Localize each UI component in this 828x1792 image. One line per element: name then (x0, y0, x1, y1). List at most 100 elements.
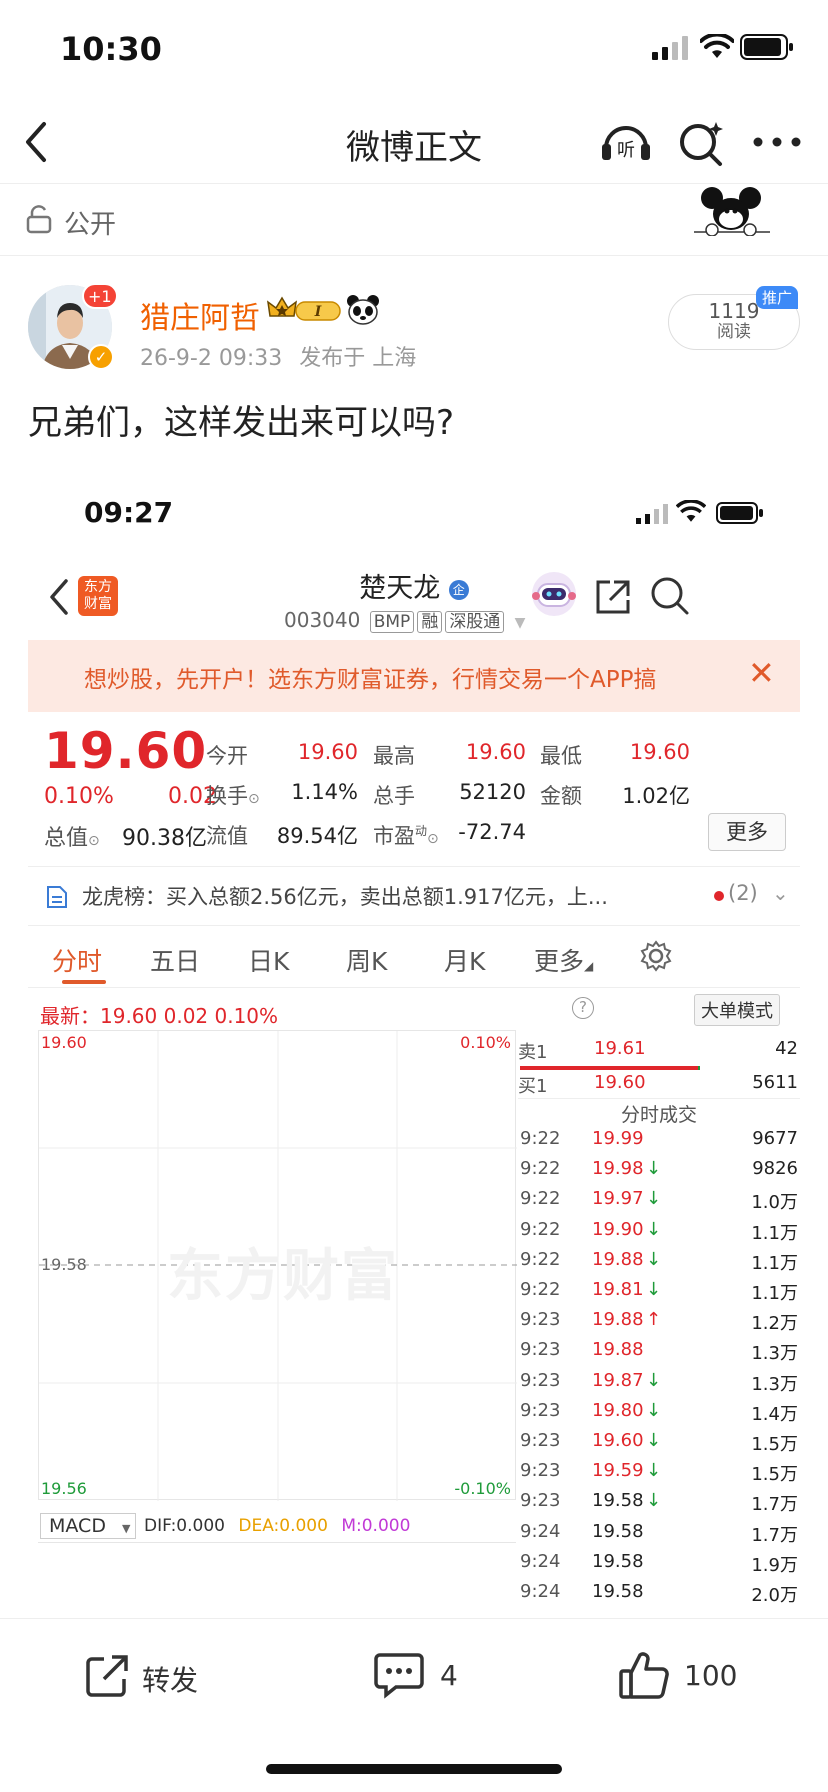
trade-row: 9:22 19.99 9677 (518, 1128, 800, 1154)
total-value-label-text: 总值 (44, 826, 89, 851)
intraday-chart[interactable]: 东方财富 19.60 19.58 19.56 0.10% -0.10% (38, 1030, 517, 1501)
trade-price: 19.81 (592, 1279, 644, 1300)
stock-price: 19.60 (44, 722, 208, 780)
buy1-label: 买1 (518, 1076, 548, 1097)
share-icon[interactable] (594, 578, 632, 616)
comment-button[interactable]: 4 (374, 1641, 494, 1711)
repost-label: 转发 (142, 1664, 199, 1697)
arrow-down-icon: ↓ (646, 1369, 662, 1391)
settings-gear-icon[interactable] (640, 940, 672, 972)
signal-icon (652, 36, 688, 60)
trade-volume: 9677 (752, 1128, 798, 1149)
listen-icon[interactable]: 听 (598, 116, 654, 168)
macd-select-value: MACD (49, 1515, 106, 1537)
like-button[interactable]: 100 (618, 1641, 758, 1711)
trade-row: 9:23 19.60 ↓ 1.5万 (518, 1430, 800, 1456)
thumbs-up-icon (619, 1652, 669, 1699)
help-icon[interactable]: ? (572, 997, 594, 1019)
quote-value-low: 19.60 (629, 740, 690, 764)
caret-down-icon[interactable]: ▼ (515, 615, 526, 631)
order-book-divider (518, 1098, 800, 1099)
macd-select[interactable]: MACD ▼ (40, 1513, 136, 1539)
trade-volume: 1.9万 (751, 1554, 798, 1576)
enterprise-badge-icon: 企 (448, 579, 469, 600)
buy-volume-bar (698, 1066, 700, 1070)
trade-time: 9:22 (520, 1248, 561, 1270)
quote-value-amount: 1.02亿 (622, 784, 690, 808)
chevron-down-icon[interactable]: ⌄ (772, 881, 789, 905)
quote-label-float: 流值 (206, 824, 248, 848)
macd-dif: DIF:0.000 (144, 1516, 225, 1536)
sell1-volume: 42 (775, 1038, 798, 1059)
quote-value-volume: 52120 (459, 780, 526, 804)
verified-badge-icon: ✓ (88, 344, 114, 370)
home-indicator[interactable] (266, 1764, 562, 1774)
status-time: 10:30 (60, 30, 162, 68)
account-promo-banner[interactable]: 想炒股，先开户！选东方财富证券，行情交易一个APP搞 ✕ (28, 640, 800, 712)
trade-price: 19.58 (592, 1520, 644, 1542)
trades-list[interactable]: 9:22 19.99 9677 9:22 19.98 ↓ 9826 9:22 19.97 ↓ 1.0… (518, 1128, 800, 1618)
quote-label-turnover-text: 换手 (206, 784, 248, 808)
trade-price: 19.99 (592, 1128, 644, 1149)
trade-row: 9:23 19.59 ↓ 1.5万 (518, 1460, 800, 1486)
info-icon[interactable]: ⊙ (88, 833, 100, 849)
tab-weekly-k[interactable]: 周K (346, 942, 387, 978)
promo-tag: 推广 (756, 286, 799, 309)
axis-bottom-pct: -0.10% (454, 1479, 511, 1498)
embedded-wifi-icon (676, 500, 706, 522)
quote-label-high: 最高 (373, 744, 415, 768)
trade-time: 9:23 (520, 1460, 561, 1482)
stock-code-row: 003040 BMP 融深股通 ▼ (284, 607, 526, 633)
quote-value-pe: -72.74 (458, 820, 526, 844)
embedded-status-time: 09:27 (84, 496, 174, 529)
quote-label-turnover: 换手⊙ (206, 780, 260, 810)
tab-daily-k[interactable]: 日K (248, 942, 289, 978)
tab-more-label: 更多 (534, 947, 585, 976)
trade-volume: 1.2万 (751, 1313, 798, 1335)
chart-tabs: 分时 五日 日K 周K 月K 更多◢ (28, 926, 800, 988)
big-order-mode-button[interactable]: 大单模式 (694, 994, 780, 1026)
quote-more-button[interactable]: 更多 (708, 813, 786, 851)
more-icon[interactable] (752, 136, 802, 148)
post-location: 发布于 上海 (299, 346, 417, 371)
arrow-down-icon: ↓ (646, 1399, 662, 1421)
trade-volume: 1.5万 (751, 1464, 798, 1486)
latest-quote-line: 最新：19.60 0.02 0.10% (40, 1004, 279, 1028)
search-icon[interactable] (678, 116, 726, 168)
trade-row: 9:22 19.97 ↓ 1.0万 (518, 1188, 800, 1214)
embedded-signal-icon (636, 504, 668, 524)
tab-intraday[interactable]: 分时 (52, 942, 102, 978)
mickey-sticker (694, 187, 770, 236)
trade-price: 19.80 (592, 1399, 644, 1421)
stock-change-pct: 0.10% (44, 784, 114, 809)
trade-row: 9:22 19.81 ↓ 1.1万 (518, 1279, 800, 1305)
tab-more[interactable]: 更多◢ (534, 942, 593, 978)
trade-row: 9:23 19.80 ↓ 1.4万 (518, 1400, 800, 1426)
dragon-tiger-row[interactable]: 龙虎榜：买入总额2.56亿元，卖出总额1.917亿元，上... (2) ⌄ (28, 866, 800, 926)
quote-value-float: 89.54亿 (276, 824, 358, 848)
tab-five-day[interactable]: 五日 (150, 942, 200, 978)
robot-assistant-icon[interactable] (528, 570, 580, 618)
author-name[interactable]: 猎庄阿哲 (140, 293, 260, 337)
order-book-panel: 卖1 19.61 42 买1 19.60 5611 分时成交 9:22 19.99… (518, 1030, 800, 1618)
embedded-screenshot[interactable]: 09:27 东方财富 楚天龙 企 003040 BMP 融深股通 ▼ 想炒股，先… (28, 470, 800, 1618)
arrow-down-icon: ↓ (646, 1279, 662, 1300)
quote-label-amount: 金额 (540, 784, 582, 808)
macd-dea: DEA:0.000 (238, 1516, 328, 1536)
panda-icon (347, 295, 379, 325)
tab-monthly-k[interactable]: 月K (444, 942, 485, 978)
stock-code: 003040 (284, 608, 361, 632)
trade-row: 9:22 19.90 ↓ 1.1万 (518, 1219, 800, 1245)
trade-time: 9:23 (520, 1309, 561, 1331)
embedded-search-icon[interactable] (650, 576, 690, 616)
quote-label-volume: 总手 (373, 784, 415, 808)
trade-row: 9:24 19.58 1.7万 (518, 1521, 800, 1547)
banner-close-icon[interactable]: ✕ (748, 654, 775, 692)
repost-button[interactable]: 转发 (84, 1641, 234, 1711)
trade-time: 9:22 (520, 1279, 561, 1300)
trade-price: 19.90 (592, 1218, 644, 1240)
trade-time: 9:24 (520, 1550, 561, 1572)
total-value-label: 总值⊙ (44, 820, 100, 852)
trade-time: 9:23 (520, 1339, 561, 1361)
trade-price: 19.58 (592, 1550, 644, 1572)
